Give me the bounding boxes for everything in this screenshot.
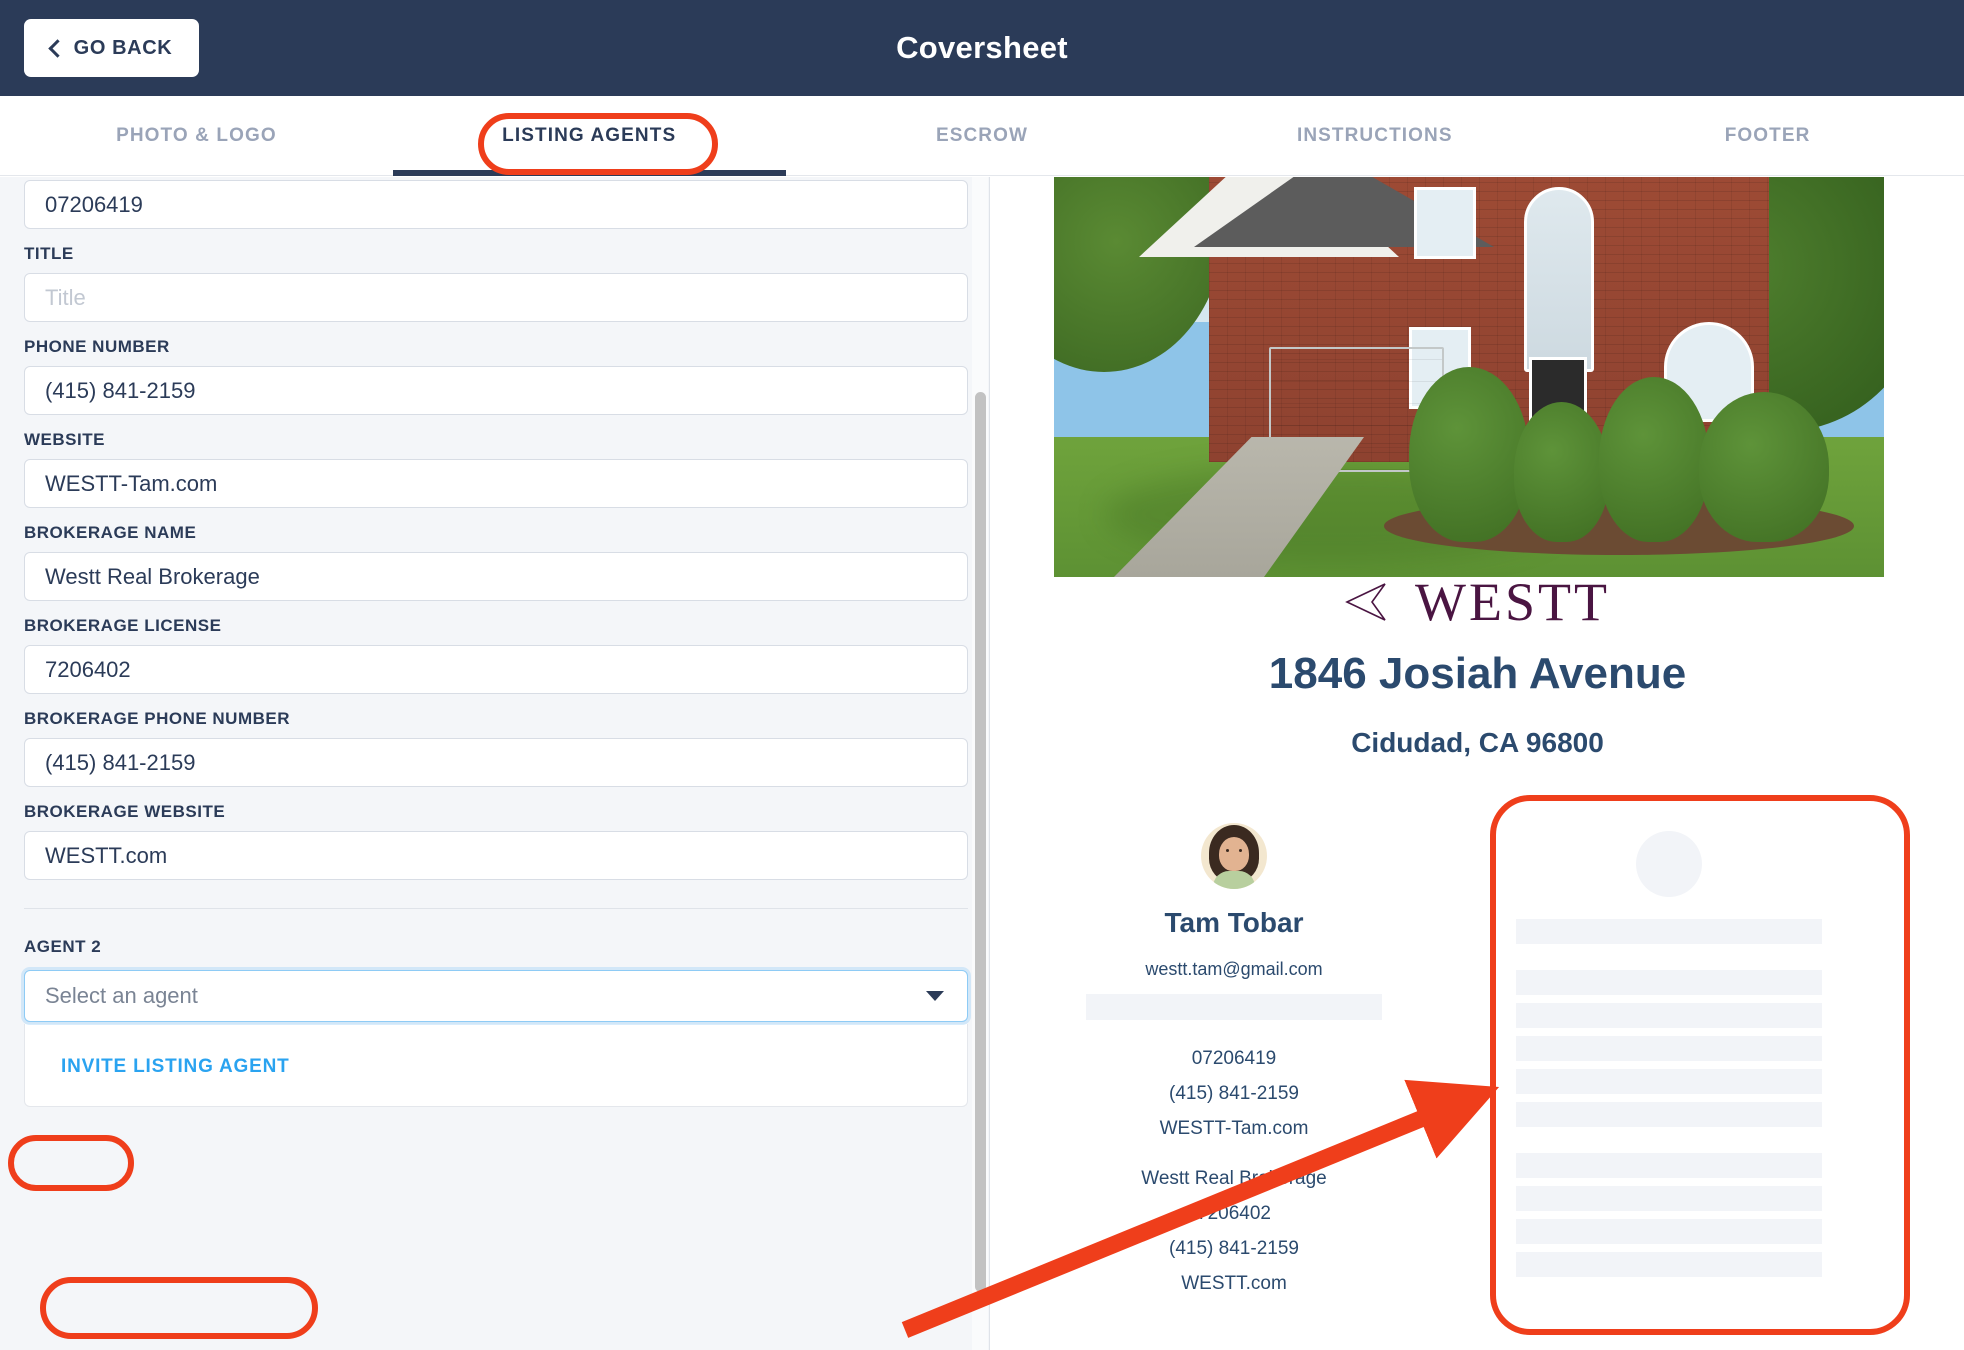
brokerage-name-input[interactable] <box>24 552 968 601</box>
tab-instructions[interactable]: INSTRUCTIONS <box>1178 96 1571 175</box>
field-label: BROKERAGE WEBSITE <box>24 802 226 821</box>
select-agent-dropdown[interactable]: Select an agent <box>24 970 968 1022</box>
section-divider <box>24 908 968 909</box>
form-scrollbar-thumb[interactable] <box>975 392 986 1292</box>
skeleton-row <box>1516 1036 1822 1061</box>
agent-2-preview-card[interactable] <box>1477 817 1964 1295</box>
tab-footer[interactable]: FOOTER <box>1571 96 1964 175</box>
field-label: BROKERAGE PHONE NUMBER <box>24 709 291 728</box>
field-label: BROKERAGE LICENSE <box>24 616 222 635</box>
agent-website: WESTT-Tam.com <box>1159 1118 1309 1139</box>
listing-address-line2: Cidudad, CA 96800 <box>1351 727 1604 758</box>
listing-address-line1: 1846 Josiah Avenue <box>1268 649 1687 698</box>
go-back-button[interactable]: GO BACK <box>24 19 199 77</box>
field-phone-number: PHONE NUMBER <box>24 337 968 415</box>
chevron-down-icon[interactable] <box>926 991 944 1001</box>
tab-photo-logo[interactable]: PHOTO & LOGO <box>0 96 393 175</box>
agent-name: Tam Tobar <box>1164 907 1304 938</box>
skeleton-row <box>1516 1102 1822 1127</box>
agent-phone: (415) 841-2159 <box>1169 1083 1299 1104</box>
skeleton-row <box>1516 1219 1822 1244</box>
website-input[interactable] <box>24 459 968 508</box>
invite-listing-agent-wrap: INVITE LISTING AGENT <box>57 1050 294 1084</box>
agent-brokerage-website: WESTT.com <box>1181 1273 1287 1294</box>
tab-label: INSTRUCTIONS <box>1296 124 1453 146</box>
agent-1-preview-card: Tam Tobar westt.tam@gmail.com 07206419 (… <box>991 817 1477 1295</box>
agent-cards-row: Tam Tobar westt.tam@gmail.com 07206419 (… <box>991 817 1964 1295</box>
app-header: GO BACK <box>0 0 1964 96</box>
tab-escrow[interactable]: ESCROW <box>786 96 1179 175</box>
tab-bar: PHOTO & LOGO LISTING AGENTS ESCROW INSTR… <box>0 96 1964 176</box>
agent2-label: AGENT 2 <box>24 937 102 956</box>
agent2-select-wrap: Select an agent <box>24 970 968 1022</box>
tab-listing-agents[interactable]: LISTING AGENTS <box>392 96 786 176</box>
agent2-dropdown-panel: INVITE LISTING AGENT <box>24 1024 968 1107</box>
brokerage-website-input[interactable] <box>24 831 968 880</box>
go-back-label: GO BACK <box>73 36 173 59</box>
listing-agent-form-panel: LICENSE TITLE PHONE NUMBER WEBSITE BROKE… <box>0 177 990 1350</box>
agent-brokerage-phone: (415) 841-2159 <box>1169 1238 1299 1259</box>
field-license: LICENSE <box>24 177 968 229</box>
agent-avatar-photo <box>1201 823 1267 889</box>
agent2-label-wrap: AGENT 2 <box>24 935 101 959</box>
field-label: WEBSITE <box>24 430 105 449</box>
agent-2-skeleton <box>1504 825 1834 1277</box>
skeleton-row <box>1516 1003 1822 1028</box>
westt-arrow-icon <box>1345 583 1386 621</box>
skeleton-row <box>1516 1153 1822 1178</box>
invite-listing-agent-button[interactable]: INVITE LISTING AGENT <box>57 1050 294 1084</box>
field-website: WEBSITE <box>24 430 968 508</box>
agent-email: westt.tam@gmail.com <box>1145 959 1323 979</box>
coversheet-app: GO BACK Coversheet PHOTO & LOGO LISTING … <box>0 0 1964 1350</box>
brokerage-phone-number-input[interactable] <box>24 738 968 787</box>
field-label: TITLE <box>24 244 74 263</box>
skeleton-row <box>1516 1186 1822 1211</box>
listing-house-photo <box>1054 177 1884 577</box>
field-brokerage-name: BROKERAGE NAME <box>24 523 968 601</box>
brand-logo-text: WESTT <box>1415 572 1610 632</box>
tab-label: LISTING AGENTS <box>502 124 677 146</box>
skeleton-row <box>1516 919 1822 944</box>
phone-number-input[interactable] <box>24 366 968 415</box>
field-brokerage-website: BROKERAGE WEBSITE <box>24 802 968 880</box>
chevron-left-icon <box>47 39 67 58</box>
empty-avatar-placeholder <box>1636 831 1702 897</box>
agent-redacted-bar <box>1086 994 1382 1020</box>
skeleton-row <box>1516 1069 1822 1094</box>
field-brokerage-phone-number: BROKERAGE PHONE NUMBER <box>24 709 968 787</box>
title-input[interactable] <box>24 273 968 322</box>
field-label: PHONE NUMBER <box>24 337 170 356</box>
agent-brokerage-name: Westt Real Brokerage <box>1141 1168 1327 1189</box>
field-brokerage-license: BROKERAGE LICENSE <box>24 616 968 694</box>
tab-label: PHOTO & LOGO <box>116 124 277 146</box>
agent-brokerage-license: 7206402 <box>1197 1203 1271 1224</box>
tab-label: FOOTER <box>1724 124 1811 146</box>
license-input[interactable] <box>24 180 968 229</box>
brand-logo: WESTT <box>991 575 1964 629</box>
skeleton-rows <box>1516 919 1822 1277</box>
tab-label: ESCROW <box>935 124 1029 146</box>
field-label: BROKERAGE NAME <box>24 523 197 542</box>
coversheet-preview: WESTT 1846 Josiah Avenue Cidudad, CA 968… <box>991 177 1964 1350</box>
skeleton-row <box>1516 1252 1822 1277</box>
select-agent-placeholder: Select an agent <box>45 983 198 1008</box>
field-title: TITLE <box>24 244 968 322</box>
agent-license: 07206419 <box>1191 1048 1277 1069</box>
brokerage-license-input[interactable] <box>24 645 968 694</box>
skeleton-row <box>1516 970 1822 995</box>
